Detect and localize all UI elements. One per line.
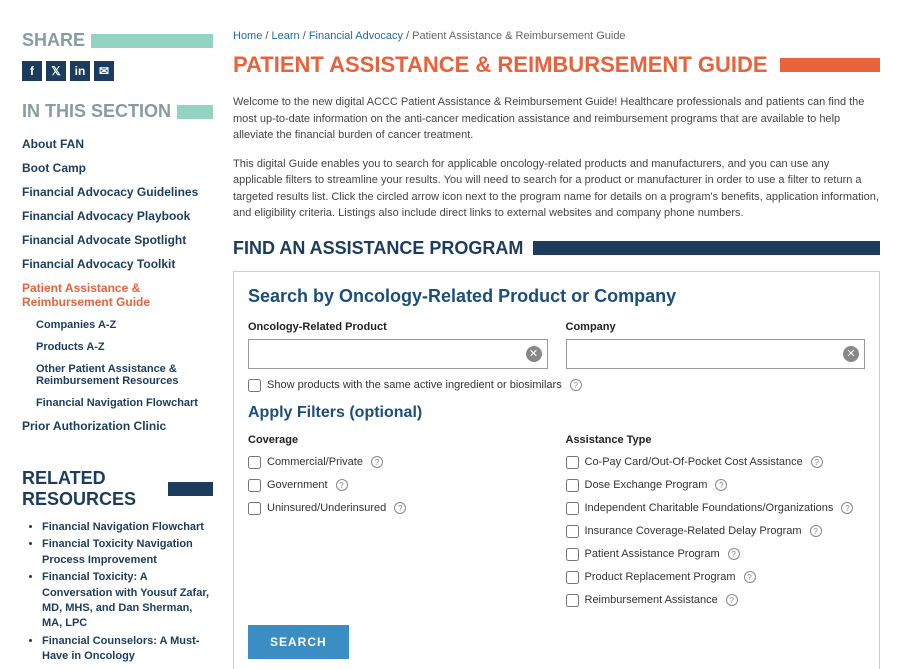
checkbox-input[interactable] xyxy=(566,479,579,492)
checkbox-input[interactable] xyxy=(248,479,261,492)
nav-item[interactable]: Financial Advocate Spotlight xyxy=(22,228,213,252)
clear-icon[interactable]: ✕ xyxy=(526,346,542,362)
nav-item[interactable]: Prior Authorization Clinic xyxy=(22,414,213,438)
nav-item[interactable]: Financial Advocacy Guidelines xyxy=(22,180,213,204)
help-icon[interactable]: ? xyxy=(841,502,853,514)
help-icon[interactable]: ? xyxy=(336,479,348,491)
breadcrumb: Home / Learn / Financial Advocacy / Pati… xyxy=(233,0,880,42)
product-label: Oncology-Related Product xyxy=(248,321,548,333)
nav-sub-item[interactable]: Financial Navigation Flowchart xyxy=(22,392,213,414)
section-label: IN THIS SECTION xyxy=(22,101,171,122)
show-same-checkbox[interactable]: Show products with the same active ingre… xyxy=(248,379,865,392)
nav-sub-item[interactable]: Products A-Z xyxy=(22,336,213,358)
share-label: SHARE xyxy=(22,30,85,51)
facebook-icon[interactable]: f xyxy=(22,61,42,81)
input-row: Oncology-Related Product ✕ Company ✕ xyxy=(248,321,865,369)
related-link[interactable]: Financial Toxicity Navigation Process Im… xyxy=(42,538,193,565)
nav-sub: Companies A-Z Products A-Z Other Patient… xyxy=(22,314,213,414)
checkbox-input[interactable] xyxy=(566,456,579,469)
company-input[interactable] xyxy=(566,339,866,369)
help-icon[interactable]: ? xyxy=(744,571,756,583)
filter-option[interactable]: Independent Charitable Foundations/Organ… xyxy=(566,502,866,515)
decorative-bar xyxy=(780,58,880,72)
filter-option[interactable]: Uninsured/Underinsured? xyxy=(248,502,548,515)
coverage-heading: Coverage xyxy=(248,434,548,446)
decorative-bar xyxy=(177,105,213,119)
section-heading: IN THIS SECTION xyxy=(22,101,213,122)
checkbox-input[interactable] xyxy=(248,456,261,469)
filter-option[interactable]: Dose Exchange Program? xyxy=(566,479,866,492)
find-heading: FIND AN ASSISTANCE PROGRAM xyxy=(233,238,880,259)
share-heading: SHARE xyxy=(22,30,213,51)
checkbox-input[interactable] xyxy=(248,502,261,515)
search-form: Search by Oncology-Related Product or Co… xyxy=(233,271,880,669)
related-label: RELATED RESOURCES xyxy=(22,468,162,510)
nav-item[interactable]: About FAN xyxy=(22,132,213,156)
search-button[interactable]: SEARCH xyxy=(248,625,349,659)
checkbox-input[interactable] xyxy=(248,379,261,392)
linkedin-icon[interactable]: in xyxy=(70,61,90,81)
company-label: Company xyxy=(566,321,866,333)
nav-item[interactable]: Financial Advocacy Playbook xyxy=(22,204,213,228)
section-nav: About FAN Boot Camp Financial Advocacy G… xyxy=(22,132,213,438)
help-icon[interactable]: ? xyxy=(811,456,823,468)
filters-row: Coverage Commercial/Private? Government?… xyxy=(248,434,865,617)
nav-sub-item[interactable]: Other Patient Assistance & Reimbursement… xyxy=(22,358,213,392)
filter-option[interactable]: Commercial/Private? xyxy=(248,456,548,469)
page-title-text: PATIENT ASSISTANCE & REIMBURSEMENT GUIDE xyxy=(233,52,768,78)
search-heading: Search by Oncology-Related Product or Co… xyxy=(248,286,865,307)
decorative-bar xyxy=(533,241,880,255)
checkbox-input[interactable] xyxy=(566,502,579,515)
filter-option[interactable]: Government? xyxy=(248,479,548,492)
nav-item[interactable]: Financial Advocacy Toolkit xyxy=(22,252,213,276)
nav-item[interactable]: Boot Camp xyxy=(22,156,213,180)
decorative-bar xyxy=(168,482,213,496)
breadcrumb-link[interactable]: Learn xyxy=(272,30,300,42)
help-icon[interactable]: ? xyxy=(371,456,383,468)
filter-option[interactable]: Reimbursement Assistance? xyxy=(566,594,866,607)
intro-p1: Welcome to the new digital ACCC Patient … xyxy=(233,94,880,144)
related-link[interactable]: Financial Counselors: A Must-Have in Onc… xyxy=(42,635,199,662)
intro-text: Welcome to the new digital ACCC Patient … xyxy=(233,94,880,222)
intro-p2: This digital Guide enables you to search… xyxy=(233,156,880,222)
related-link[interactable]: Financial Navigation Flowchart xyxy=(42,521,204,533)
social-icons: f 𝕏 in ✉ xyxy=(22,61,213,81)
filter-option[interactable]: Insurance Coverage-Related Delay Program… xyxy=(566,525,866,538)
page-title: PATIENT ASSISTANCE & REIMBURSEMENT GUIDE xyxy=(233,52,880,78)
filter-option[interactable]: Co-Pay Card/Out-Of-Pocket Cost Assistanc… xyxy=(566,456,866,469)
related-list: Financial Navigation Flowchart Financial… xyxy=(22,520,213,669)
decorative-bar xyxy=(91,34,213,48)
help-icon[interactable]: ? xyxy=(394,502,406,514)
email-icon[interactable]: ✉ xyxy=(94,61,114,81)
find-label: FIND AN ASSISTANCE PROGRAM xyxy=(233,238,523,259)
help-icon[interactable]: ? xyxy=(810,525,822,537)
page-root: SHARE f 𝕏 in ✉ IN THIS SECTION About FAN… xyxy=(0,0,900,669)
help-icon[interactable]: ? xyxy=(715,479,727,491)
twitter-icon[interactable]: 𝕏 xyxy=(46,61,66,81)
checkbox-input[interactable] xyxy=(566,571,579,584)
checkbox-input[interactable] xyxy=(566,594,579,607)
product-input[interactable] xyxy=(248,339,548,369)
checkbox-input[interactable] xyxy=(566,525,579,538)
filter-option[interactable]: Patient Assistance Program? xyxy=(566,548,866,561)
checkbox-input[interactable] xyxy=(566,548,579,561)
assistance-heading: Assistance Type xyxy=(566,434,866,446)
breadcrumb-link[interactable]: Home xyxy=(233,30,262,42)
sidebar: SHARE f 𝕏 in ✉ IN THIS SECTION About FAN… xyxy=(0,0,225,669)
help-icon[interactable]: ? xyxy=(728,548,740,560)
nav-item-active[interactable]: Patient Assistance & Reimbursement Guide xyxy=(22,276,213,314)
filter-option[interactable]: Product Replacement Program? xyxy=(566,571,866,584)
related-heading: RELATED RESOURCES xyxy=(22,468,213,510)
nav-sub-item[interactable]: Companies A-Z xyxy=(22,314,213,336)
help-icon[interactable]: ? xyxy=(726,594,738,606)
related-link[interactable]: Financial Toxicity: A Conversation with … xyxy=(42,571,209,629)
help-icon[interactable]: ? xyxy=(570,379,582,391)
breadcrumb-link[interactable]: Financial Advocacy xyxy=(309,30,403,42)
breadcrumb-current: Patient Assistance & Reimbursement Guide xyxy=(412,30,625,42)
main-content: Home / Learn / Financial Advocacy / Pati… xyxy=(225,0,900,669)
filters-heading: Apply Filters (optional) xyxy=(248,404,865,422)
clear-icon[interactable]: ✕ xyxy=(843,346,859,362)
checkbox-label: Show products with the same active ingre… xyxy=(267,379,562,391)
